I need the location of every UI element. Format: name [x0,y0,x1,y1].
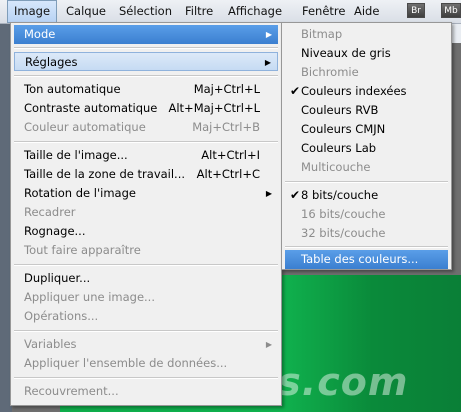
menu-image[interactable]: Image [7,0,58,23]
checkmark-icon: ✔ [290,188,301,202]
menu-selection[interactable]: Sélection [113,0,178,23]
menu-item-appliquer-donnees: Appliquer l'ensemble de données... [24,356,228,370]
separator [285,181,448,183]
mode-item-couleurs-lab[interactable]: Couleurs Lab [285,139,448,158]
separator [14,141,278,143]
image-menu: Mode ▶ Réglages ▶ Ton automatique Maj+Ct… [10,22,282,406]
menu-item-taille-image[interactable]: Taille de l'image... Alt+Ctrl+I [14,146,278,165]
menu-item-dupliquer[interactable]: Dupliquer... [14,269,278,288]
mode-item-couleurs-indexees[interactable]: ✔ Couleurs indexées [285,82,448,101]
menu-item-tout-faire-apparaitre: Tout faire apparaître [24,243,141,257]
bridge-button[interactable]: Br [407,3,425,18]
menu-bar: Image Calque Sélection Filtre Affichage … [0,0,461,24]
mode-item-couleurs-rvb[interactable]: Couleurs RVB [285,101,448,120]
mode-item-32-bits: 32 bits/couche [301,226,386,240]
mode-item-niveaux-gris[interactable]: Niveaux de gris [285,44,448,63]
menu-item-reglages[interactable]: Réglages ▶ [14,52,278,71]
menu-item-rotation-image[interactable]: Rotation de l'image ▶ [14,184,278,203]
mode-item-table-des-couleurs[interactable]: Table des couleurs... [285,250,448,269]
menu-item-variables: Variables ▶ [14,335,278,354]
mode-item-16-bits: 16 bits/couche [301,207,386,221]
menu-item-appliquer-image: Appliquer une image... [24,290,155,304]
menu-item-recadrer: Recadrer [24,205,76,219]
separator [14,330,278,332]
mode-item-couleurs-cmjn[interactable]: Couleurs CMJN [285,120,448,139]
mode-item-8-bits[interactable]: ✔ 8 bits/couche [285,186,448,205]
mode-item-bitmap: Bitmap [301,27,343,41]
mode-submenu: Bitmap Niveaux de gris Bichromie ✔ Coule… [281,22,452,270]
menu-item-taille-zone-travail[interactable]: Taille de la zone de travail... Alt+Ctrl… [14,165,278,184]
menu-filtre[interactable]: Filtre [179,0,219,23]
mode-item-bichromie: Bichromie [301,65,359,79]
menu-item-operations: Opérations... [24,309,99,323]
menu-item-mode[interactable]: Mode ▶ [14,25,278,44]
separator [14,264,278,266]
menu-affichage[interactable]: Affichage [222,0,288,23]
separator [285,246,448,248]
menu-fenetre[interactable]: Fenêtre [296,0,351,23]
menu-item-ton-automatique[interactable]: Ton automatique Maj+Ctrl+L [14,80,278,99]
chevron-right-icon: ▶ [265,340,272,349]
menu-aide[interactable]: Aide [348,0,385,23]
menu-calque[interactable]: Calque [60,0,112,23]
separator [14,47,278,49]
chevron-right-icon: ▶ [264,58,271,67]
chevron-right-icon: ▶ [265,189,272,198]
checkmark-icon: ✔ [290,84,301,98]
separator [14,377,278,379]
menu-item-contraste-automatique[interactable]: Contraste automatique Alt+Maj+Ctrl+L [14,99,278,118]
menu-item-recouvrement: Recouvrement... [24,384,119,398]
separator [14,75,278,77]
menu-item-rognage[interactable]: Rognage... [14,222,278,241]
menu-item-couleur-automatique: Couleur automatique Maj+Ctrl+B [24,120,260,134]
chevron-right-icon: ▶ [265,30,272,39]
mini-bridge-button[interactable]: Mb [441,3,461,18]
mode-item-multicouche: Multicouche [301,160,371,174]
